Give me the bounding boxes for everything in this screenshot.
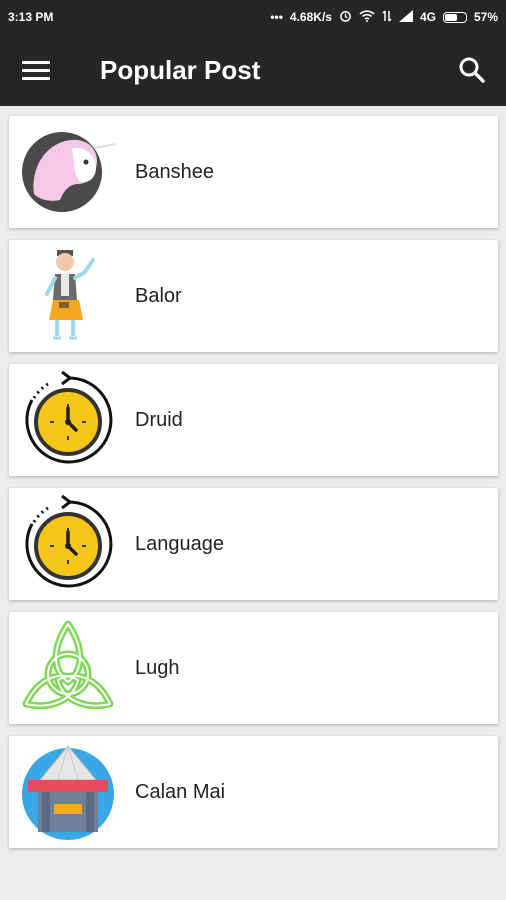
post-title: Druid (135, 408, 183, 431)
status-icons: ••• 4.68K/s 4G 57% (270, 9, 498, 25)
search-icon[interactable] (452, 50, 492, 90)
post-card-balor[interactable]: Balor (9, 240, 498, 352)
clock-history-icon (13, 494, 123, 594)
data-transfer-icon (382, 9, 392, 25)
celtic-knot-icon (13, 618, 123, 718)
network-type: 4G (419, 10, 436, 24)
tent-stall-icon (13, 742, 123, 842)
battery-percent: 57% (473, 10, 498, 24)
app-bar: Popular Post (0, 34, 506, 106)
status-time: 3:13 PM (8, 10, 54, 24)
status-bar: 3:13 PM ••• 4.68K/s 4G 57% (0, 0, 506, 34)
post-title: Lugh (135, 656, 180, 679)
post-title: Calan Mai (135, 780, 226, 803)
post-card-lugh[interactable]: Lugh (9, 612, 498, 724)
clock-history-icon (13, 370, 123, 470)
hamburger-menu-icon[interactable] (22, 50, 62, 90)
alarm-icon (339, 9, 352, 25)
post-card-druid[interactable]: Druid (9, 364, 498, 476)
post-card-banshee[interactable]: Banshee (9, 116, 498, 228)
post-title: Banshee (135, 160, 214, 183)
post-card-calan-mai[interactable]: Calan Mai (9, 736, 498, 848)
post-list: Banshee Balor Druid Language Lugh Calan … (9, 116, 498, 860)
post-title: Balor (135, 284, 182, 307)
wifi-icon (359, 9, 375, 25)
more-dots-icon: ••• (270, 10, 283, 24)
network-speed: 4.68K/s (289, 10, 332, 24)
post-card-language[interactable]: Language (9, 488, 498, 600)
man-figure-icon (13, 246, 123, 346)
signal-icon (398, 9, 413, 25)
post-title: Language (135, 532, 224, 555)
page-title: Popular Post (100, 54, 261, 85)
battery-icon (442, 11, 467, 23)
unicorn-icon (13, 122, 123, 222)
